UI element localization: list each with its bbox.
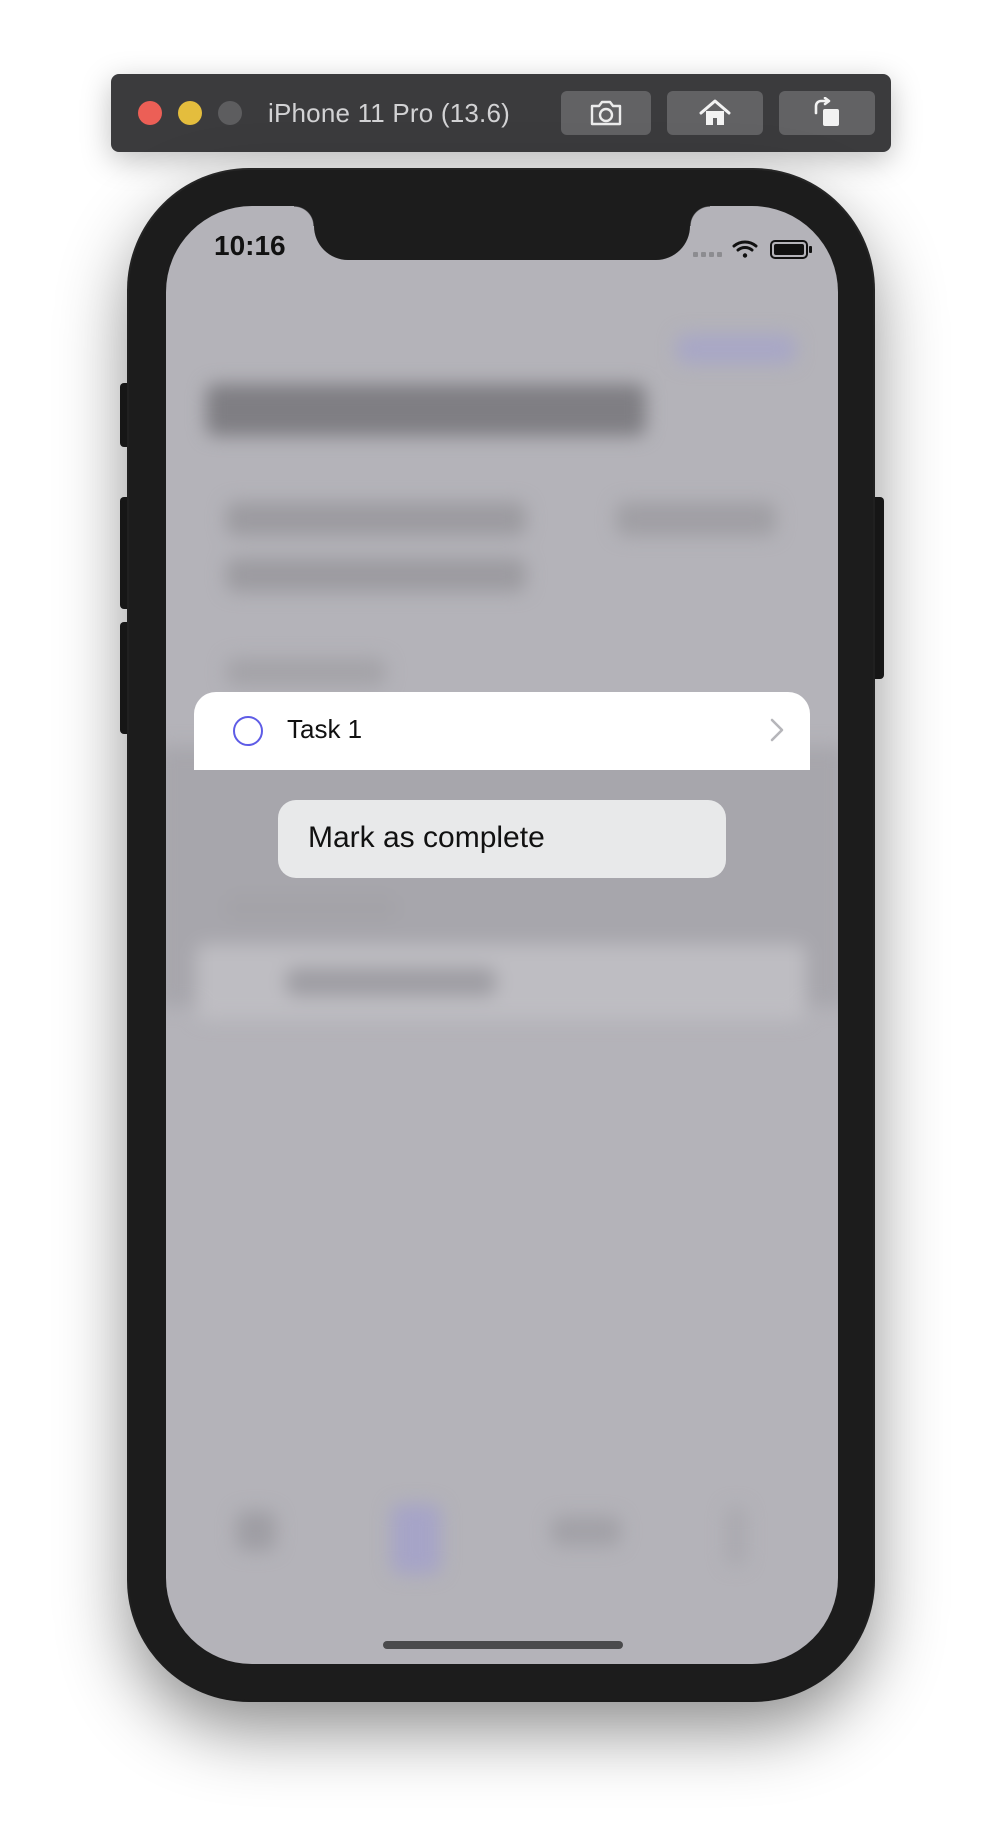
rotate-button[interactable] [779,91,875,135]
battery-icon [770,240,812,259]
screenshot-button[interactable] [561,91,651,135]
task-title: Task 1 [287,714,363,744]
device-screen [166,206,838,1664]
signal-icon [693,252,722,257]
chevron-right-icon [770,718,784,742]
home-icon [699,99,731,125]
device-notch [294,206,710,260]
rotate-icon [814,97,839,126]
mark-as-complete-menu-item[interactable]: Mark as complete [308,821,545,855]
blurred-background [166,206,838,1664]
zoom-window-button[interactable] [218,101,242,125]
status-icons [693,240,812,259]
home-indicator[interactable] [383,1641,623,1649]
context-menu: Mark as complete [278,800,726,878]
camera-icon [590,100,622,126]
simulator-toolbar: iPhone 11 Pro (13.6) [111,74,891,152]
status-time: 10:16 [214,230,286,261]
minimize-window-button[interactable] [178,101,202,125]
task-preview-row[interactable]: Task 1 [194,692,810,770]
simulator-title: iPhone 11 Pro (13.6) [268,98,510,128]
task-checkbox-icon[interactable] [233,716,263,746]
home-button[interactable] [667,91,763,135]
wifi-icon [732,240,758,258]
close-window-button[interactable] [138,101,162,125]
